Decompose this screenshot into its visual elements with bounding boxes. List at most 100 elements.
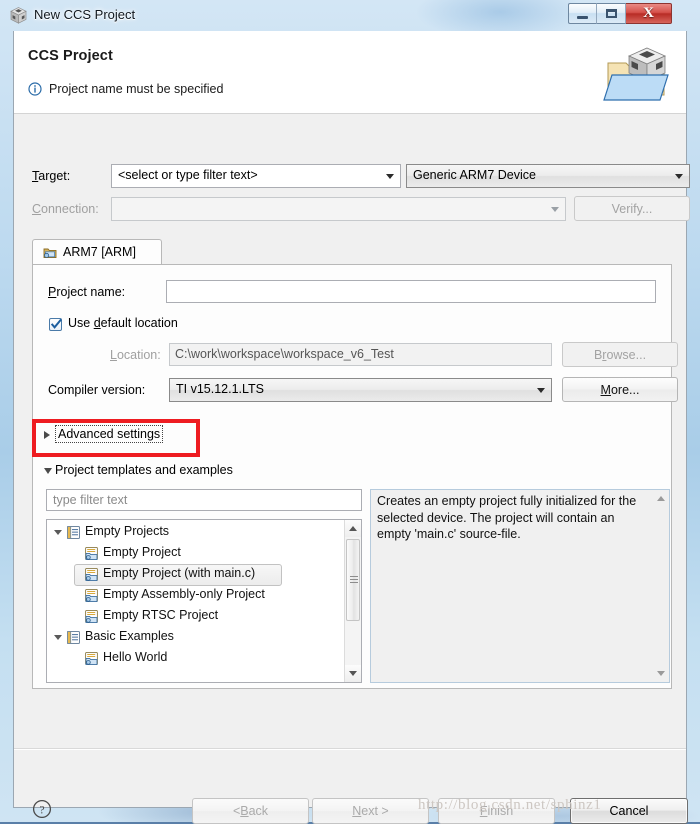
category-icon	[67, 526, 80, 539]
triangle-up-icon	[657, 496, 665, 501]
tree-item[interactable]: Hello World	[47, 648, 347, 669]
tree-item[interactable]: Empty Project (with main.c)	[47, 564, 347, 586]
tree-expander[interactable]	[54, 635, 62, 640]
project-templates-toggle[interactable]: Project templates and examples	[55, 463, 233, 477]
project-icon	[85, 609, 98, 624]
tree-item[interactable]: Empty Projects	[47, 522, 347, 543]
tree-item-label: Empty Projects	[85, 524, 170, 538]
project-icon	[85, 567, 98, 582]
template-filter-placeholder: type filter text	[53, 493, 128, 507]
watermark-text: http://blog.csdn.net/sphinz1	[418, 797, 602, 813]
footer-divider-highlight	[14, 749, 686, 750]
project-icon	[85, 588, 98, 603]
project-name-input[interactable]	[166, 280, 656, 303]
checkmark-icon	[50, 318, 62, 329]
maximize-icon	[597, 4, 625, 23]
location-value: C:\work\workspace\workspace_v6_Test	[175, 347, 394, 361]
project-icon	[84, 651, 99, 666]
tree-item-label: Empty Project (with main.c)	[103, 566, 256, 580]
minimize-button[interactable]	[568, 3, 597, 24]
help-question-icon[interactable]: ?	[32, 799, 52, 819]
validation-message: Project name must be specified	[49, 82, 224, 96]
template-filter-input[interactable]: type filter text	[46, 489, 362, 511]
target-filter-combo[interactable]: <select or type filter text>	[111, 164, 401, 188]
scroll-down-button[interactable]	[345, 665, 361, 682]
project-icon	[84, 567, 99, 582]
connection-combo[interactable]	[111, 197, 566, 221]
tree-item-label: Hello World	[103, 650, 168, 664]
project-icon	[85, 651, 98, 666]
tree-item[interactable]: Empty Project	[47, 543, 347, 564]
chevron-down-icon	[675, 174, 683, 179]
project-icon	[84, 609, 99, 624]
triangle-up-icon	[349, 526, 357, 531]
triangle-down-icon	[657, 671, 665, 676]
grip-icon	[350, 576, 358, 583]
tree-item[interactable]: Basic Examples	[47, 627, 347, 648]
compiler-version-value: TI v15.12.1.LTS	[176, 382, 265, 396]
target-label: Target:	[32, 169, 71, 183]
chevron-down-icon[interactable]	[44, 468, 52, 474]
connection-label: Connection:	[32, 202, 99, 216]
svg-text:?: ?	[39, 804, 44, 816]
window-title: New CCS Project	[34, 7, 136, 22]
tab-label: ARM7 [ARM]	[63, 245, 136, 259]
category-icon	[66, 525, 81, 540]
project-name-label: Project name:	[48, 285, 126, 299]
target-filter-value: <select or type filter text>	[118, 168, 258, 182]
advanced-settings-toggle[interactable]: Advanced settings	[55, 425, 164, 443]
scroll-down-button[interactable]	[653, 665, 669, 682]
browse-button[interactable]: Br owse...	[562, 342, 678, 367]
chevron-right-icon[interactable]	[44, 431, 50, 439]
tree-item-label: Basic Examples	[85, 629, 174, 643]
back-button[interactable]: < Back	[192, 798, 309, 824]
location-label: Location:	[110, 348, 161, 362]
compiler-version-label: Compiler version:	[48, 383, 146, 397]
tree-item[interactable]: Empty Assembly-only Project	[47, 585, 347, 606]
target-device-value: Generic ARM7 Device	[413, 168, 536, 182]
project-icon	[84, 588, 99, 603]
cube-icon	[10, 7, 27, 24]
triangle-down-icon	[349, 671, 357, 676]
chevron-down-icon	[386, 174, 394, 179]
next-button[interactable]: Next >	[312, 798, 429, 824]
chevron-down-icon	[537, 388, 545, 393]
wizard-header: CCS Project Project name must be specifi…	[14, 31, 686, 114]
template-description-text: Creates an empty project fully initializ…	[377, 494, 637, 541]
tree-scrollbar[interactable]	[344, 520, 361, 682]
new-ccs-project-window: New CCS Project X CCS Project Project na…	[0, 0, 700, 824]
page-title: CCS Project	[28, 48, 113, 64]
tree-expander[interactable]	[54, 530, 62, 535]
category-icon	[66, 630, 81, 645]
maximize-button[interactable]	[597, 3, 626, 24]
project-templates-tree[interactable]: Empty Projects Empty Project Empty Proje…	[46, 519, 362, 683]
target-device-combo[interactable]: Generic ARM7 Device	[406, 164, 690, 188]
tree-item-label: Empty Project	[103, 545, 181, 559]
tab-arm7[interactable]: ARM7 [ARM]	[32, 239, 162, 265]
tree-item-label: Empty Assembly-only Project	[103, 587, 265, 601]
close-icon: X	[643, 5, 654, 21]
info-icon	[28, 82, 42, 96]
project-icon	[85, 546, 98, 561]
tree-item-label: Empty RTSC Project	[103, 608, 219, 622]
use-default-location-label[interactable]: Use default location	[68, 316, 178, 330]
title-bar[interactable]: New CCS Project X	[0, 0, 700, 31]
more-button[interactable]: More...	[562, 377, 678, 402]
project-icon	[84, 546, 99, 561]
close-button[interactable]: X	[626, 3, 672, 24]
dialog-client-area: CCS Project Project name must be specifi…	[13, 31, 690, 824]
scroll-up-button[interactable]	[345, 520, 361, 537]
use-default-location-checkbox[interactable]	[49, 318, 62, 331]
scrollbar-thumb[interactable]	[346, 539, 360, 621]
device-chip-icon	[43, 248, 57, 258]
minimize-icon	[569, 4, 596, 23]
compiler-version-combo[interactable]: TI v15.12.1.LTS	[169, 378, 552, 402]
location-input: C:\work\workspace\workspace_v6_Test	[169, 343, 552, 366]
category-icon	[67, 631, 80, 644]
template-description-panel: Creates an empty project fully initializ…	[370, 489, 670, 683]
project-folder-cube-icon	[603, 47, 669, 101]
verify-button[interactable]: Verify...	[574, 196, 690, 221]
scroll-up-button[interactable]	[653, 490, 669, 507]
description-scrollbar[interactable]	[653, 490, 669, 682]
tree-item[interactable]: Empty RTSC Project	[47, 606, 347, 627]
